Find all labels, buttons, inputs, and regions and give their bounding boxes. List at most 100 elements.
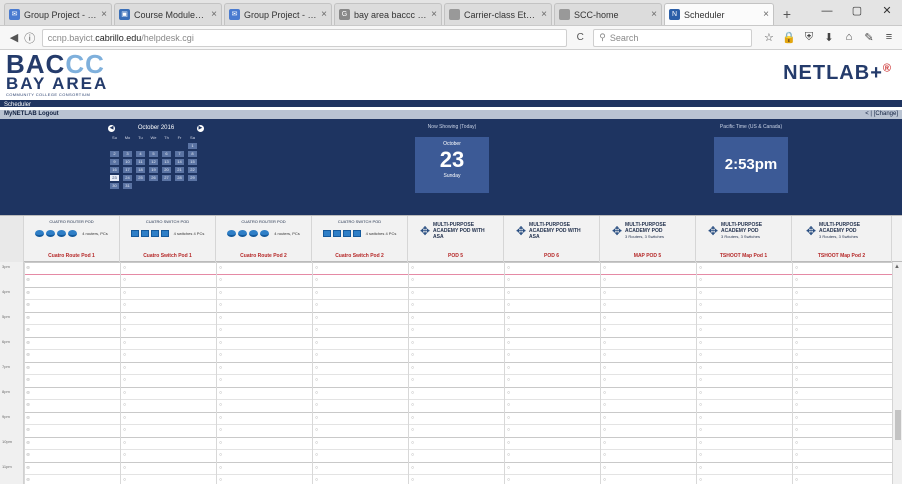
reservation-slot[interactable]: ○ xyxy=(603,390,606,396)
tab-close-icon[interactable]: × xyxy=(651,9,657,20)
reservation-slot[interactable]: ○ xyxy=(507,377,510,383)
reservation-slot[interactable]: ○ xyxy=(411,440,414,446)
reservation-slot[interactable]: ○ xyxy=(507,327,510,333)
reservation-slot[interactable]: ○ xyxy=(507,390,510,396)
reservation-slot[interactable]: ○ xyxy=(603,352,606,358)
reservation-slot[interactable]: ○ xyxy=(27,352,30,358)
reservation-slot[interactable]: ○ xyxy=(699,465,702,471)
reservation-slot[interactable]: ○ xyxy=(123,302,126,308)
download-icon[interactable]: ⬇ xyxy=(822,31,836,44)
reservation-slot[interactable]: ○ xyxy=(123,390,126,396)
calendar-day[interactable]: 24 xyxy=(123,175,132,181)
reservation-slot[interactable]: ○ xyxy=(123,352,126,358)
reservation-slot[interactable]: ○ xyxy=(315,402,318,408)
breadcrumb-scheduler[interactable]: Scheduler xyxy=(4,102,31,108)
calendar-day[interactable]: 3 xyxy=(123,151,132,157)
calendar-day[interactable]: 26 xyxy=(149,175,158,181)
reservation-slot[interactable]: ○ xyxy=(123,465,126,471)
reservation-slot[interactable]: ○ xyxy=(507,352,510,358)
reservation-slot[interactable]: ○ xyxy=(27,315,30,321)
reservation-slot[interactable]: ○ xyxy=(411,465,414,471)
pocket-icon[interactable]: ⛨ xyxy=(802,31,816,44)
browser-tab[interactable]: N Scheduler × xyxy=(664,3,774,25)
reservation-slot[interactable]: ○ xyxy=(507,477,510,483)
reservation-slot[interactable]: ○ xyxy=(507,265,510,271)
calendar-day[interactable]: 12 xyxy=(149,159,158,165)
reservation-slot[interactable]: ○ xyxy=(123,402,126,408)
reservation-slot[interactable]: ○ xyxy=(219,352,222,358)
reservation-slot[interactable]: ○ xyxy=(27,477,30,483)
pod-name-link[interactable]: TSHOOT Map Pod 1 xyxy=(696,253,791,259)
calendar-day[interactable]: 1 xyxy=(188,143,197,149)
reservation-slot[interactable]: ○ xyxy=(795,390,798,396)
new-tab-button[interactable]: + xyxy=(776,3,798,25)
calendar-day[interactable]: 16 xyxy=(110,167,119,173)
reservation-slot[interactable]: ○ xyxy=(123,340,126,346)
reservation-slot[interactable]: ○ xyxy=(27,377,30,383)
reservation-slot[interactable]: ○ xyxy=(315,440,318,446)
reservation-slot[interactable]: ○ xyxy=(795,440,798,446)
reservation-slot[interactable]: ○ xyxy=(507,340,510,346)
reservation-slot[interactable]: ○ xyxy=(219,452,222,458)
reservation-slot[interactable]: ○ xyxy=(315,365,318,371)
browser-tab[interactable]: ▣ Course Modules:... × xyxy=(114,3,222,25)
reservation-slot[interactable]: ○ xyxy=(315,415,318,421)
pod-header[interactable]: ✥ MULTI-PURPOSE ACADEMY POD 3 Routers, 3 S… xyxy=(792,216,892,263)
pod-header[interactable]: CUATRO ROUTER POD 4 routers, PCs Cuatro Ro… xyxy=(24,216,120,263)
extension-icon[interactable]: ✎ xyxy=(862,31,876,44)
reservation-slot[interactable]: ○ xyxy=(27,327,30,333)
reservation-slot[interactable]: ○ xyxy=(795,352,798,358)
tab-close-icon[interactable]: × xyxy=(321,9,327,20)
reservation-slot[interactable]: ○ xyxy=(603,402,606,408)
tab-close-icon[interactable]: × xyxy=(101,9,107,20)
reservation-slot[interactable]: ○ xyxy=(219,415,222,421)
tab-close-icon[interactable]: × xyxy=(541,9,547,20)
reload-icon[interactable]: C xyxy=(571,32,589,43)
reservation-slot[interactable]: ○ xyxy=(795,365,798,371)
calendar-day[interactable]: 22 xyxy=(188,167,197,173)
reservation-slot[interactable]: ○ xyxy=(315,390,318,396)
reservation-slot[interactable]: ○ xyxy=(27,402,30,408)
pod-name-link[interactable]: Cuatro Switch Pod 1 xyxy=(120,253,215,259)
reservation-slot[interactable]: ○ xyxy=(219,302,222,308)
reservation-slot[interactable]: ○ xyxy=(411,340,414,346)
reservation-slot[interactable]: ○ xyxy=(219,365,222,371)
reservation-slot[interactable]: ○ xyxy=(411,477,414,483)
reservation-slot[interactable]: ○ xyxy=(603,477,606,483)
pod-name-link[interactable]: MAP POD 5 xyxy=(600,253,695,259)
pod-header[interactable]: ✥ MULTI-PURPOSE ACADEMY POD 3 Routers, 3 S… xyxy=(696,216,792,263)
reservation-slot[interactable]: ○ xyxy=(699,315,702,321)
reservation-slot[interactable]: ○ xyxy=(603,427,606,433)
reservation-slot[interactable]: ○ xyxy=(219,290,222,296)
reservation-slot[interactable]: ○ xyxy=(123,265,126,271)
pod-name-link[interactable]: Cuatro Route Pod 2 xyxy=(216,253,311,259)
calendar-day[interactable]: 11 xyxy=(136,159,145,165)
reservation-slot[interactable]: ○ xyxy=(411,377,414,383)
calendar-day[interactable]: 14 xyxy=(175,159,184,165)
url-bar[interactable]: ccnp.bayict. cabrillo.edu/helpdesk.cgi xyxy=(41,28,568,47)
reservation-slot[interactable]: ○ xyxy=(123,365,126,371)
scroll-up-icon[interactable]: ▲ xyxy=(894,264,900,270)
reservation-slot[interactable]: ○ xyxy=(123,277,126,283)
reservation-slot[interactable]: ○ xyxy=(699,290,702,296)
netlab-logo[interactable]: NETLAB+® xyxy=(783,62,892,85)
reservation-slot[interactable]: ○ xyxy=(603,265,606,271)
reservation-slot[interactable]: ○ xyxy=(507,440,510,446)
reservation-slot[interactable]: ○ xyxy=(219,477,222,483)
home-icon[interactable]: ⌂ xyxy=(842,31,856,44)
reservation-slot[interactable]: ○ xyxy=(27,265,30,271)
reservation-slot[interactable]: ○ xyxy=(411,415,414,421)
pod-header[interactable]: ✥ MULTI-PURPOSE ACADEMY POD WITH ASA POD 5 xyxy=(408,216,504,263)
reservation-slot[interactable]: ○ xyxy=(411,352,414,358)
bookmark-star-icon[interactable]: ☆ xyxy=(762,31,776,44)
scroll-thumb[interactable] xyxy=(895,410,901,440)
reservation-slot[interactable]: ○ xyxy=(315,265,318,271)
reservation-slot[interactable]: ○ xyxy=(315,427,318,433)
reservation-slot[interactable]: ○ xyxy=(123,415,126,421)
reservation-slot[interactable]: ○ xyxy=(219,390,222,396)
pod-header[interactable]: CUATRO SWITCH POD 4 switches 4 PCs Cuatro … xyxy=(312,216,408,263)
reservation-slot[interactable]: ○ xyxy=(507,452,510,458)
menu-icon[interactable]: ≡ xyxy=(882,31,896,44)
reservation-slot[interactable]: ○ xyxy=(315,477,318,483)
reservation-slot[interactable]: ○ xyxy=(795,415,798,421)
